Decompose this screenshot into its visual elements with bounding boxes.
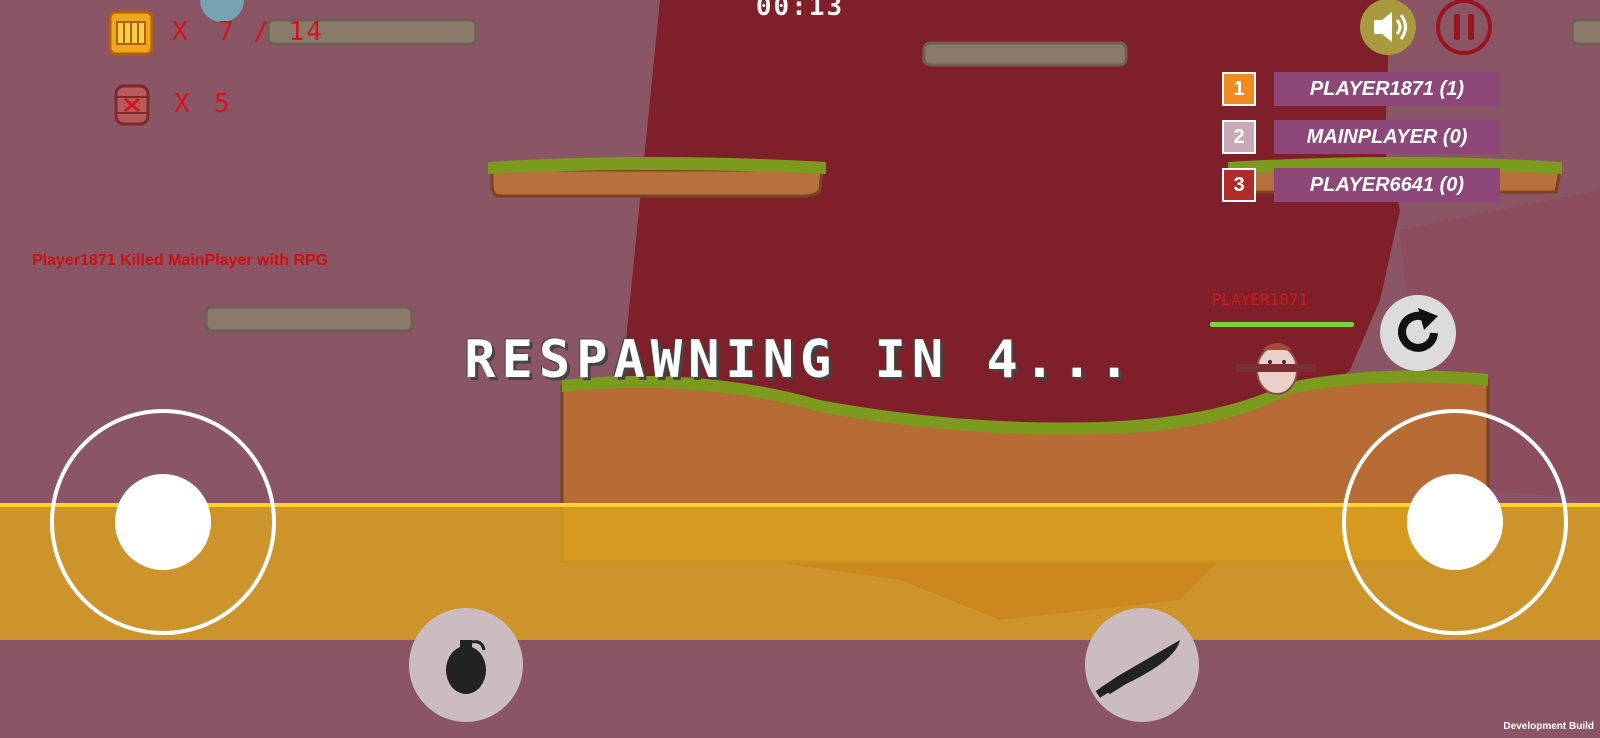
- grenade-multiplier: X: [174, 89, 190, 119]
- player-nametag: PLAYER1871: [1211, 290, 1309, 309]
- ammo-count: 7 / 14: [218, 17, 324, 47]
- lower-shade: [0, 640, 1600, 738]
- stone-platform: [204, 305, 414, 333]
- player-score: PLAYER1871 (1): [1274, 72, 1500, 106]
- leaderboard-row: 3 PLAYER6641 (0): [1222, 168, 1502, 202]
- rank-badge: 1: [1222, 72, 1256, 106]
- grass-platform: [488, 157, 826, 198]
- rank-badge: 3: [1222, 168, 1256, 202]
- stone-platform: [922, 41, 1128, 67]
- grenade-count: 5: [214, 89, 230, 119]
- kill-feed: Player1871 Killed MainPlayer with RPG: [32, 252, 329, 269]
- player-score: MAINPLAYER (0): [1274, 120, 1500, 154]
- ammo-multiplier: X: [172, 17, 188, 47]
- lava: [0, 505, 1600, 640]
- leaderboard-row: 2 MAINPLAYER (0): [1222, 120, 1502, 154]
- knife-button[interactable]: [1085, 608, 1199, 722]
- rank-badge: 2: [1222, 120, 1256, 154]
- leaderboard-row: 1 PLAYER1871 (1): [1222, 72, 1502, 106]
- build-label: Development Build: [1503, 721, 1594, 732]
- respawn-countdown: RESPAWNING IN 4...: [464, 330, 1136, 390]
- player-score: PLAYER6641 (0): [1274, 168, 1500, 202]
- grenade-barrel-icon: [114, 84, 150, 126]
- ammo-crate-icon: [108, 10, 154, 56]
- stone-platform: [1570, 18, 1600, 46]
- grenade-button[interactable]: [409, 608, 523, 722]
